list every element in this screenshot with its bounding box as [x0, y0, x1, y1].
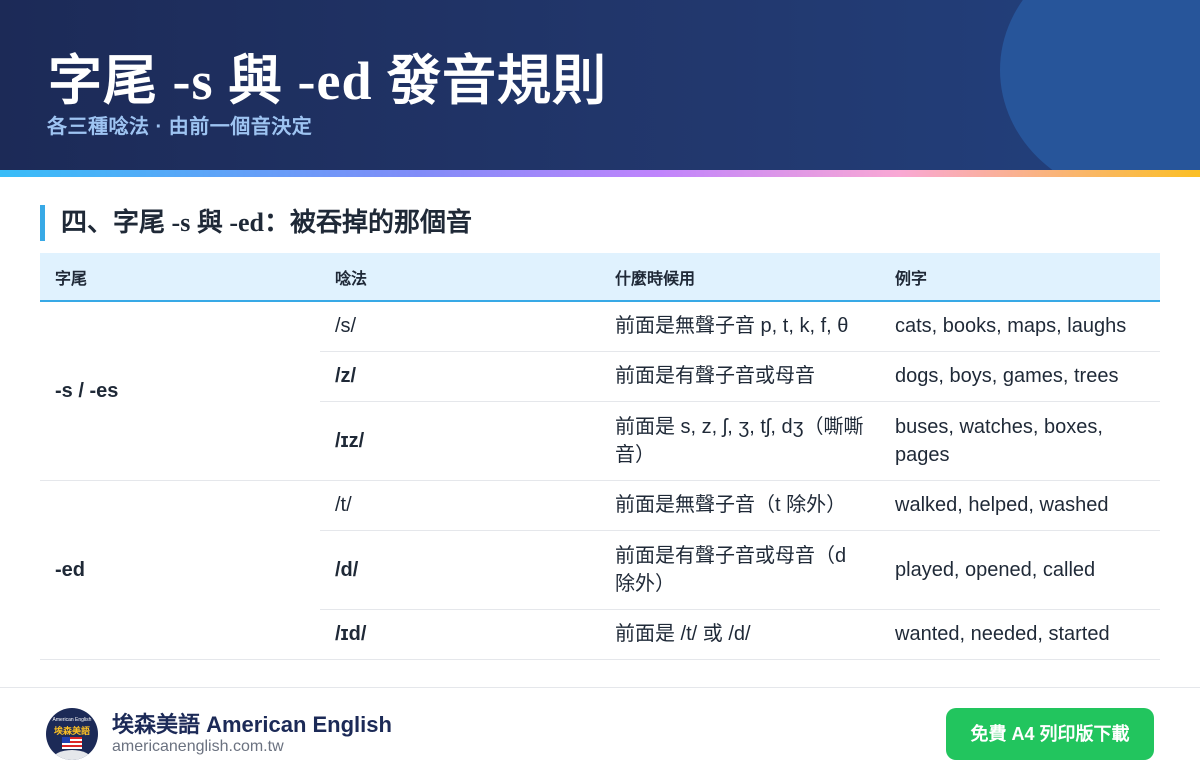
examples-cell: played, opened, called — [880, 530, 1160, 610]
brand-name: 埃森美語 American English — [112, 712, 392, 737]
page-title: 字尾 -s 與 -ed 發音規則 — [48, 51, 607, 111]
sound-cell: /d/ — [320, 530, 600, 610]
section-number: 四、 — [61, 208, 114, 237]
sound-cell: /ɪz/ — [320, 401, 600, 481]
when-cell: 前面是 s, z, ʃ, ʒ, tʃ, dʒ（嘶嘶音） — [600, 401, 880, 481]
when-cell: 前面是有聲子音或母音（d 除外） — [600, 530, 880, 610]
examples-cell: buses, watches, boxes, pages — [880, 401, 1160, 481]
examples-cell: dogs, boys, games, trees — [880, 351, 1160, 402]
examples-cell: cats, books, maps, laughs — [880, 301, 1160, 352]
section-title-part3: ：被吞掉的那個音 — [264, 208, 473, 237]
section-title: 四、字尾 -s 與 -ed：被吞掉的那個音 — [40, 205, 472, 241]
sound-cell: /z/ — [320, 351, 600, 402]
logo-top-text: American English — [52, 717, 92, 723]
us-flag-icon — [62, 737, 82, 749]
brand-logo: American English 埃森美語 — [46, 708, 98, 760]
download-a4-button[interactable]: 免費 A4 列印版下載 — [946, 708, 1154, 760]
column-header-suffix: 字尾 — [40, 253, 320, 302]
header-banner: 字尾 -s 與 -ed 發音規則 各三種唸法 · 由前一個音決定 — [0, 0, 1200, 170]
examples-cell: walked, helped, washed — [880, 480, 1160, 531]
logo-ground — [52, 750, 92, 760]
sound-cell: /ɪd/ — [320, 609, 600, 660]
section-title-s: -s — [171, 208, 191, 237]
when-cell: 前面是 /t/ 或 /d/ — [600, 609, 880, 660]
accent-gradient-bar — [0, 170, 1200, 177]
suffix-cell-s: -s / -es — [40, 301, 320, 481]
sound-cell: /t/ — [320, 480, 600, 531]
table-row: -ed /t/ 前面是無聲子音（t 除外） walked, helped, wa… — [40, 480, 1160, 660]
page-subtitle: 各三種唸法 · 由前一個音決定 — [47, 116, 313, 138]
pronunciation-table: 字尾 唸法 什麼時候用 例字 -s / -es /s/ 前面是無聲子音 p, t… — [40, 253, 1160, 660]
examples-cell: wanted, needed, started — [880, 609, 1160, 660]
column-header-examples: 例字 — [880, 253, 1160, 302]
section-title-part1: 字尾 — [113, 208, 172, 237]
decorative-circle — [1000, 0, 1200, 170]
table-header-row: 字尾 唸法 什麼時候用 例字 — [40, 253, 1160, 302]
when-cell: 前面是無聲子音 p, t, k, f, θ — [600, 301, 880, 352]
section-title-ed: -ed — [229, 208, 264, 237]
website-link[interactable]: americanenglish.com.tw — [112, 738, 284, 756]
column-header-pronunciation: 唸法 — [320, 253, 600, 302]
footer-divider — [0, 687, 1200, 688]
sound-cell: /s/ — [320, 301, 600, 352]
when-cell: 前面是無聲子音（t 除外） — [600, 480, 880, 531]
section-title-part2: 與 — [190, 208, 230, 237]
when-cell: 前面是有聲子音或母音 — [600, 351, 880, 402]
suffix-cell-ed: -ed — [40, 480, 320, 660]
column-header-when: 什麼時候用 — [600, 253, 880, 302]
table-row: -s / -es /s/ 前面是無聲子音 p, t, k, f, θ cats,… — [40, 301, 1160, 481]
logo-name-text: 埃森美語 — [53, 726, 90, 736]
